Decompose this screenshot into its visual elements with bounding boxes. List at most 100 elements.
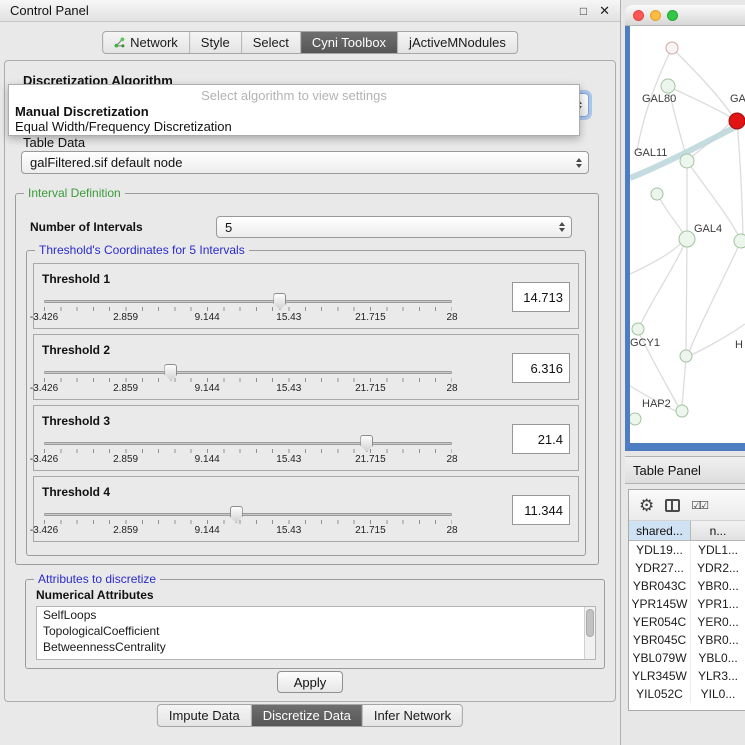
table-row[interactable]: YLR345WYLR3... [629, 667, 745, 685]
network-edge [686, 239, 687, 351]
cyni-toolbox-panel: Discretization Algorithm Select algorith… [4, 60, 616, 702]
tick-label: 15.43 [276, 454, 301, 465]
threshold-label: Threshold 2 [42, 343, 110, 357]
tab-jactivemnodules[interactable]: jActiveMNodules [398, 32, 517, 53]
tab-label: Style [201, 35, 230, 50]
table-cell: YPR1... [691, 595, 745, 613]
table-cell: YBR0... [691, 577, 745, 595]
threshold-slider[interactable]: -3.4262.8599.14415.4321.71528 [44, 507, 452, 541]
table-row[interactable]: YBR045CYBR0... [629, 631, 745, 649]
network-node[interactable] [632, 323, 644, 335]
slider-track[interactable] [44, 371, 452, 374]
network-node[interactable] [734, 234, 745, 248]
node-label: GAL80 [642, 93, 676, 105]
table-row[interactable]: YIL052CYIL0... [629, 685, 745, 703]
table-row[interactable]: YPR145WYPR1... [629, 595, 745, 613]
table-row[interactable]: YDR27...YDR2... [629, 559, 745, 577]
threshold-slider[interactable]: -3.4262.8599.14415.4321.71528 [44, 365, 452, 399]
node-label: H [735, 339, 743, 351]
attribute-list-item[interactable]: BetweennessCentrality [37, 639, 595, 655]
tab-infer-network[interactable]: Infer Network [363, 705, 462, 726]
tab-label: Select [253, 35, 289, 50]
apply-button[interactable]: Apply [277, 671, 343, 693]
table-panel-window: ⚙ ☑☑ shared... n... YDL19...YDL1...YDR27… [628, 489, 745, 711]
network-edge [672, 48, 732, 115]
slider-track[interactable] [44, 442, 452, 445]
tab-impute-data[interactable]: Impute Data [158, 705, 252, 726]
network-node[interactable] [676, 405, 688, 417]
scrollbar-thumb[interactable] [586, 609, 594, 637]
tab-discretize-data[interactable]: Discretize Data [252, 705, 363, 726]
threshold-value[interactable]: 11.344 [512, 495, 570, 525]
network-graph[interactable]: GAL80GAGAL11GAL4GCY1HHAP2 [630, 26, 745, 443]
threshold-value[interactable]: 6.316 [512, 353, 570, 383]
close-traffic-light-icon[interactable] [633, 10, 644, 21]
table-row[interactable]: YBR043CYBR0... [629, 577, 745, 595]
network-node[interactable] [729, 113, 745, 129]
select-columns-icon[interactable]: ☑☑ [691, 499, 707, 512]
algorithm-dropdown-popup: Select algorithm to view settings Manual… [8, 84, 580, 136]
table-cell: YDL19... [629, 541, 691, 559]
popup-option-manual-discretization[interactable]: Manual Discretization [9, 104, 579, 119]
zoom-traffic-light-icon[interactable] [667, 10, 678, 21]
threshold-value[interactable]: 21.4 [512, 424, 570, 454]
threshold-slider[interactable]: -3.4262.8599.14415.4321.71528 [44, 436, 452, 470]
network-edge [630, 242, 682, 274]
network-window-titlebar[interactable] [625, 5, 745, 26]
tick-label: 28 [446, 454, 457, 465]
combo-arrows-icon [576, 158, 582, 168]
threshold-panel: Threshold 4-3.4262.8599.14415.4321.71528… [33, 476, 579, 542]
threshold-value[interactable]: 14.713 [512, 282, 570, 312]
tab-network[interactable]: Network [103, 32, 190, 53]
tab-style[interactable]: Style [190, 32, 242, 53]
columns-icon[interactable] [665, 499, 680, 512]
table-data-label: Table Data [23, 135, 85, 150]
gear-icon[interactable]: ⚙ [639, 497, 654, 514]
threshold-label: Threshold 3 [42, 414, 110, 428]
slider-ticks-icon [44, 307, 452, 311]
network-node[interactable] [679, 231, 695, 247]
num-intervals-value: 5 [225, 220, 232, 235]
network-view-window: GAL80GAGAL11GAL4GCY1HHAP2 [625, 5, 745, 451]
attribute-list-item[interactable]: SelfLoops [37, 607, 595, 623]
tick-label: 9.144 [195, 312, 220, 323]
attribute-list-item[interactable]: TopologicalCoefficient [37, 623, 595, 639]
scrollbar[interactable] [584, 607, 595, 659]
table-toolbar: ⚙ ☑☑ [629, 490, 745, 521]
table-row[interactable]: YDL19...YDL1... [629, 541, 745, 559]
network-node[interactable] [666, 42, 678, 54]
tick-label: 21.715 [355, 525, 386, 536]
popup-option-equal-width-frequency[interactable]: Equal Width/Frequency Discretization [9, 119, 579, 134]
network-node[interactable] [630, 413, 641, 425]
column-header-name[interactable]: n... [691, 521, 745, 540]
threshold-panel: Threshold 2 -3.4262.8599.14415.4321.71528… [33, 334, 579, 400]
tab-label: Discretize Data [263, 708, 351, 723]
num-intervals-select[interactable]: 5 [216, 216, 572, 238]
column-header-shared-name[interactable]: shared... [629, 521, 691, 540]
numerical-attributes-list[interactable]: SelfLoopsTopologicalCoefficientBetweenne… [36, 606, 596, 660]
minimize-traffic-light-icon[interactable] [650, 10, 661, 21]
tick-label: -3.426 [30, 383, 58, 394]
table-data-select[interactable]: galFiltered.sif default node [21, 151, 589, 174]
threshold-slider[interactable]: -3.4262.8599.14415.4321.71528 [44, 294, 452, 328]
attribute-items: SelfLoopsTopologicalCoefficientBetweenne… [37, 607, 595, 655]
control-panel-window: Control Panel □ ✕ NetworkStyleSelectCyni… [0, 0, 621, 745]
num-intervals-label: Number of Intervals [30, 220, 143, 234]
tick-label: 15.43 [276, 525, 301, 536]
tab-select[interactable]: Select [242, 32, 301, 53]
float-window-icon[interactable]: □ [580, 4, 587, 18]
network-node[interactable] [661, 79, 675, 93]
network-node[interactable] [680, 154, 694, 168]
tab-cyni-toolbox[interactable]: Cyni Toolbox [301, 32, 398, 53]
network-node[interactable] [651, 188, 663, 200]
table-row[interactable]: YER054CYER0... [629, 613, 745, 631]
slider-track[interactable] [44, 300, 452, 303]
slider-track[interactable] [44, 513, 452, 516]
table-row[interactable]: YBL079WYBL0... [629, 649, 745, 667]
close-icon[interactable]: ✕ [599, 3, 610, 19]
tab-label: Cyni Toolbox [312, 35, 386, 50]
tick-label-row: -3.4262.8599.14415.4321.71528 [44, 525, 452, 537]
network-canvas[interactable]: GAL80GAGAL11GAL4GCY1HHAP2 [630, 26, 745, 443]
tick-label: 2.859 [113, 525, 138, 536]
network-node[interactable] [680, 350, 692, 362]
